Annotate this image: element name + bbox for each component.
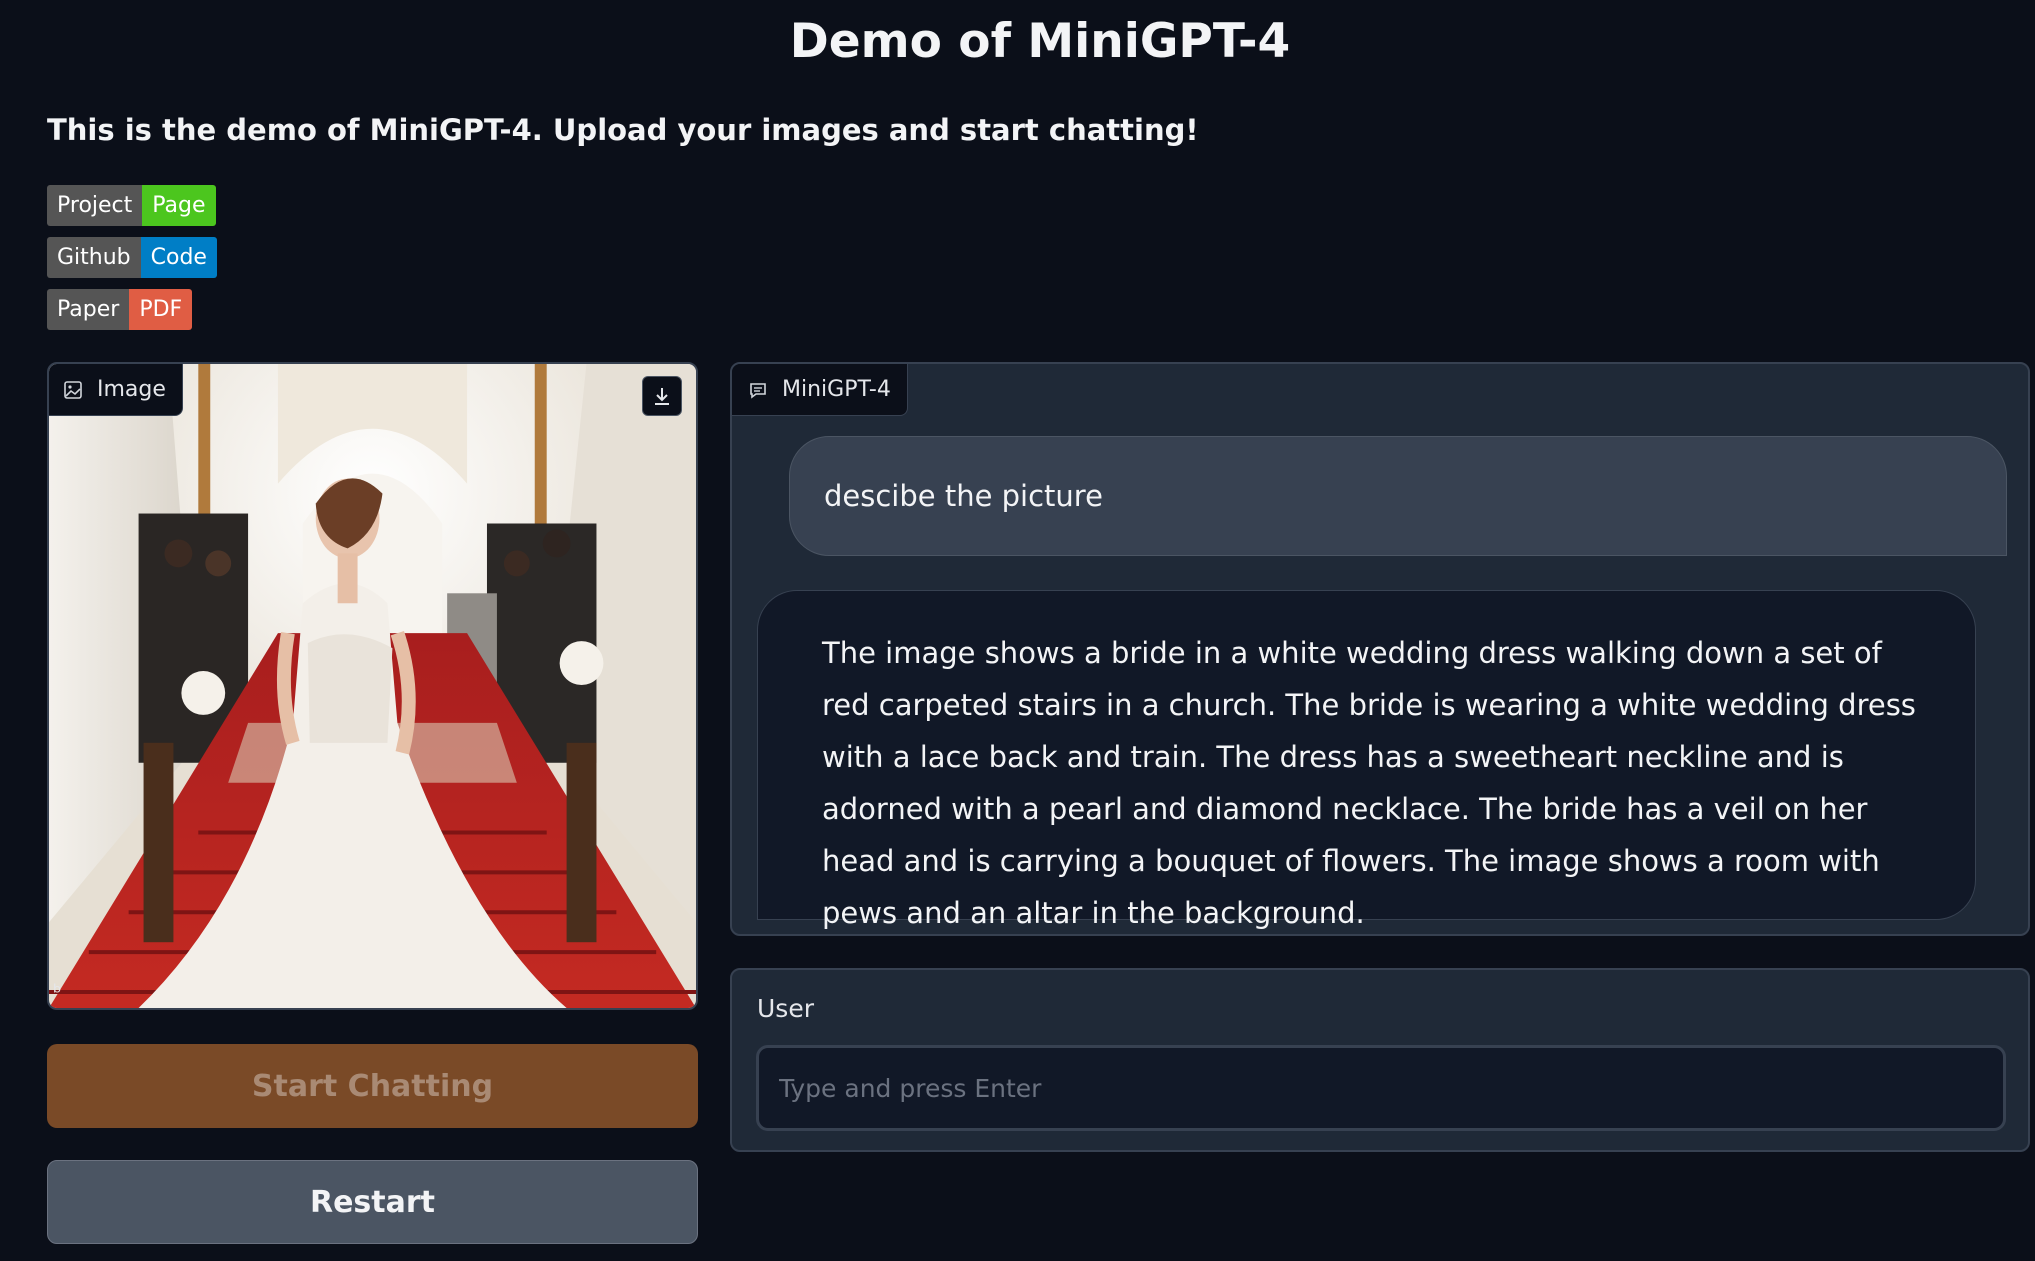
chatbot-panel[interactable]: MiniGPT-4 descibe the picture The image … xyxy=(730,362,2030,936)
page-title: Demo of MiniGPT-4 xyxy=(789,14,1291,69)
badge-value: Page xyxy=(142,185,216,226)
user-input-panel: User xyxy=(730,968,2030,1152)
project-page-badge[interactable]: Project Page xyxy=(47,185,216,226)
user-text-input[interactable] xyxy=(756,1045,2006,1131)
chatbot-label-text: MiniGPT-4 xyxy=(782,377,891,402)
image-label-text: Image xyxy=(97,377,166,402)
badge-label: Github xyxy=(47,237,141,278)
start-chatting-button[interactable]: Start Chatting xyxy=(47,1044,698,1128)
chatbot-tab-label: MiniGPT-4 xyxy=(732,364,908,416)
image-tab-label: Image xyxy=(49,364,183,416)
badge-value: Code xyxy=(140,237,217,278)
image-upload-panel[interactable]: Image ᵇ xyxy=(47,362,698,1010)
badge-value: PDF xyxy=(129,289,193,330)
bing-logo-icon: ᵇ xyxy=(53,980,62,1004)
download-icon xyxy=(655,388,669,405)
user-message: descibe the picture xyxy=(789,436,2007,556)
user-input-label: User xyxy=(757,994,814,1023)
github-code-badge[interactable]: Github Code xyxy=(47,237,217,278)
chat-icon xyxy=(750,382,766,399)
page-subtitle: This is the demo of MiniGPT-4. Upload yo… xyxy=(47,113,1199,147)
bot-message: The image shows a bride in a white weddi… xyxy=(757,590,1976,930)
image-icon xyxy=(64,380,82,399)
paper-pdf-badge[interactable]: Paper PDF xyxy=(47,289,193,330)
badge-label: Paper xyxy=(47,289,130,330)
restart-button[interactable]: Restart xyxy=(47,1160,698,1244)
wedding-photo xyxy=(49,364,696,1008)
badge-label: Project xyxy=(47,185,143,226)
download-button[interactable] xyxy=(642,376,682,416)
